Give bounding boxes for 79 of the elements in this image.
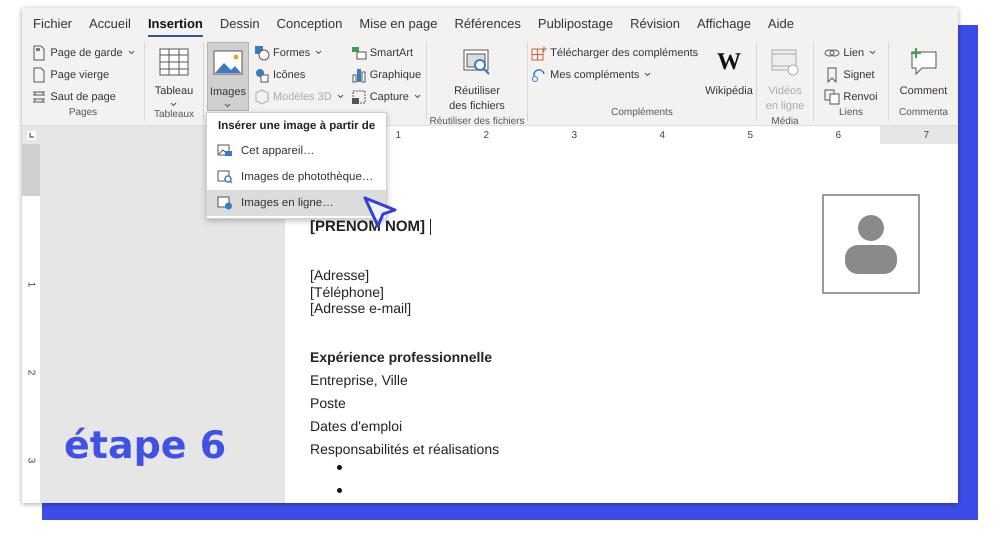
ribbon-button[interactable]: Renvoi [822,86,880,107]
group-label: Réutiliser des fichiers [428,116,526,125]
table-icon [158,46,190,78]
group-label: Tableaux [152,108,196,121]
group-label: Liens [838,107,864,120]
ribbon-button[interactable]: Formes [252,42,346,63]
contact-line: [Téléphone] [310,284,384,300]
ribbon-tab[interactable]: Publipostage [538,10,614,36]
ribbon-button[interactable]: Capture [348,86,424,107]
ribbon-button[interactable]: Mes compléments [529,64,700,85]
caret-icon [128,50,135,55]
ribbon-tab[interactable]: Dessin [220,10,260,36]
ribbon-tab[interactable]: Accueil [89,10,131,36]
bullet-icon [337,488,342,492]
caret-icon [336,94,344,99]
caret-icon [414,94,421,99]
ribbon-button[interactable]: W Wikipédia [703,42,755,107]
ribbon-tab[interactable]: Affichage [696,10,751,36]
ribbon-button[interactable]: Graphique [348,64,424,85]
ribbon-button[interactable]: Page de garde [29,42,137,63]
ruler-number: 1 [395,130,401,140]
ruler-number: 4 [659,130,665,140]
body-line: Dates d'emploi [310,418,402,434]
ruler-number: 3 [571,130,577,140]
ribbon-button[interactable]: Saut de page [29,86,137,107]
ribbon-button[interactable]: Lien [822,42,880,63]
ribbon-button[interactable]: Signet [822,64,880,85]
caret-icon [869,50,876,55]
ribbon-button[interactable]: Icônes [252,64,346,85]
group-label: Compléments [610,107,674,120]
ribbon-button[interactable]: Images [206,42,249,111]
contact-line: [Adresse e-mail] [310,300,412,316]
step-label: étape 6 [64,423,226,467]
ruler-margin-shading [22,144,40,196]
group-label: Pages [68,107,98,120]
shapes-icon [254,44,270,60]
tab-stop-icon[interactable] [26,130,36,140]
ribbon-tab[interactable]: Insertion [148,10,203,36]
ruler-number: 7 [923,130,929,140]
page-icon [31,44,48,60]
ribbon-tab[interactable]: Révision [630,10,680,36]
chart-icon [350,66,367,82]
ribbon-button[interactable]: Page vierge [29,64,137,85]
group-label: Média [770,116,800,125]
ruler-number: 2 [483,130,489,140]
text-input[interactable]: [PRENOM NOM] [310,218,431,235]
caret-icon [315,50,322,55]
caret-icon [644,72,652,77]
caret-icon [224,102,232,108]
ribbon-button[interactable]: Télécharger des compléments [529,42,700,63]
ribbon-button[interactable]: SmartArt [348,42,424,63]
menu-item[interactable]: Cet appareil… [207,138,386,164]
section-heading: Expérience professionnelle [310,348,492,364]
body-line: Poste [310,394,346,410]
ribbon-tab[interactable]: Fichier [33,10,72,36]
ruler-number: 1 [26,282,36,288]
ribbon-tab[interactable]: Aide [768,10,794,36]
icons-icon [254,66,270,82]
ribbon-button[interactable]: Comment [898,42,950,107]
menu-title: Insérer une image à partir de [217,119,376,134]
avatar-icon [845,214,897,274]
ribbon-tab[interactable]: Conception [276,10,342,36]
menu-item[interactable]: Images de photothèque… [207,164,386,190]
ribbon-tab[interactable]: Références [454,10,521,36]
menu-item[interactable]: Images en ligne… [207,190,386,216]
ribbon-button[interactable]: Réutiliser des fichiers [443,42,511,116]
ruler-number: 5 [747,130,753,140]
ribbon-tab[interactable]: Mise en page [359,10,438,36]
caret-icon [170,102,178,107]
contact-line: [Adresse] [310,267,370,284]
group-label: Commenta [898,107,949,120]
ruler-number: 6 [835,130,841,140]
body-line: Responsabilités et réalisations [310,440,500,456]
bullet-icon [337,464,342,470]
ruler-number: 3 [26,458,36,464]
ribbon-button[interactable]: Tableau [152,42,196,109]
page-icon [31,66,48,82]
body-line: Entreprise, Ville [310,372,408,388]
ruler-number: 2 [26,370,36,376]
